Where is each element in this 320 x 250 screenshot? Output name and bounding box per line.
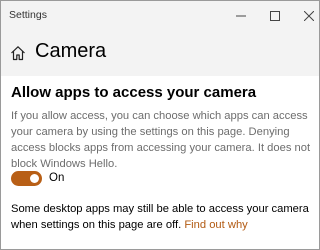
maximize-icon <box>270 11 280 21</box>
note-text: Some desktop apps may still be able to a… <box>11 203 309 231</box>
title-bar: Settings <box>1 1 319 31</box>
toggle-knob <box>30 174 39 183</box>
window-header-area: Settings Camera <box>1 1 319 76</box>
minimize-button[interactable] <box>223 1 259 31</box>
camera-access-toggle[interactable] <box>11 171 42 186</box>
close-icon <box>304 11 314 21</box>
find-out-why-link[interactable]: Find out why <box>184 219 247 231</box>
minimize-icon <box>236 15 246 17</box>
maximize-button[interactable] <box>257 1 293 31</box>
page-header: Camera <box>1 37 319 71</box>
toggle-state-label: On <box>49 172 65 184</box>
section-description: If you allow access, you can choose whic… <box>11 110 311 170</box>
settings-window: Settings Camera Allow apps to access you… <box>0 0 320 250</box>
app-title: Settings <box>9 9 47 21</box>
page-title: Camera <box>35 40 107 62</box>
close-button[interactable] <box>291 1 319 31</box>
section-heading: Allow apps to access your camera <box>11 84 257 101</box>
desktop-apps-note: Some desktop apps may still be able to a… <box>11 201 315 233</box>
home-icon[interactable] <box>10 45 26 61</box>
